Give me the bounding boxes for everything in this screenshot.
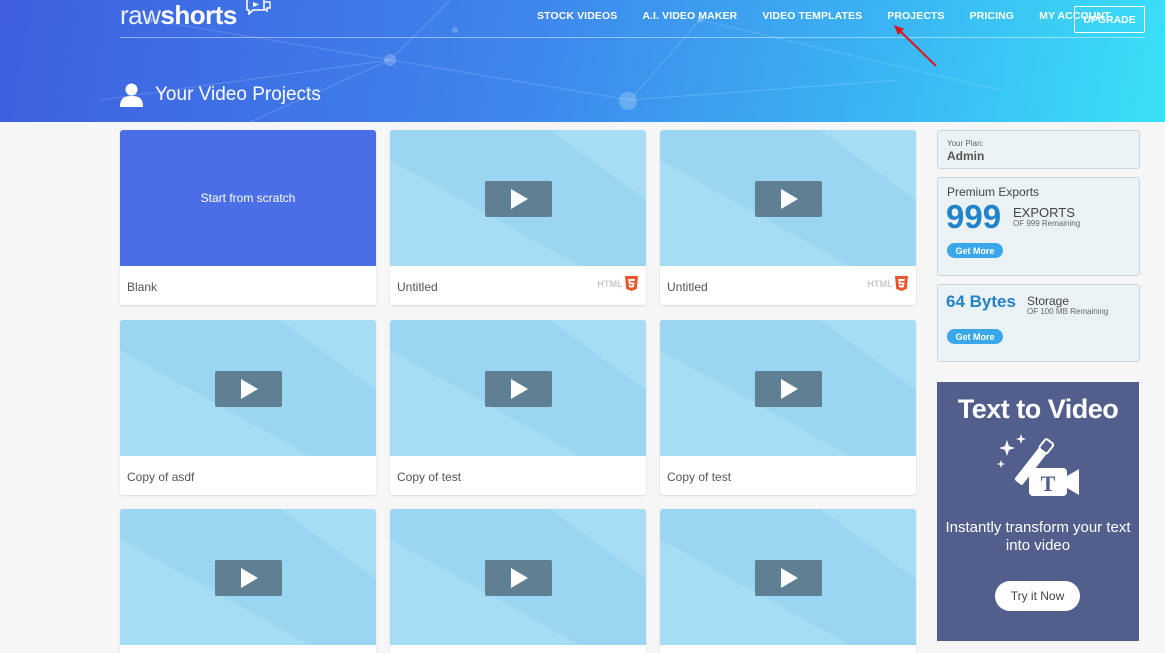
project-card[interactable]: Copy of asdf [120,320,376,495]
play-icon [240,568,258,588]
storage-panel: 64 Bytes Storage OF 100 MB Remaining Get… [937,284,1140,362]
html5-icon [625,276,638,291]
storage-unit: Storage [1027,294,1070,308]
project-title: Untitled [667,280,708,294]
storage-remaining: OF 100 MB Remaining [1027,307,1109,316]
exports-count: 999 [946,198,1002,235]
nav-pricing[interactable]: PRICING [970,10,1014,22]
try-it-now-button[interactable]: Try it Now [995,581,1080,611]
nav-stock-videos[interactable]: STOCK VIDEOS [537,10,617,22]
plan-panel: Your Plan: Admin [937,130,1140,169]
project-title: Untitled [397,280,438,294]
project-thumbnail[interactable] [660,320,916,456]
start-from-scratch-text: Start from scratch [200,191,296,205]
project-title: Copy of asdf [127,470,195,484]
promo-description: Instantly transform your text into video [945,519,1131,554]
nav-ai-video-maker[interactable]: A.I. VIDEO MAKER [642,10,737,22]
logo-raw-text: raw [120,0,161,30]
top-nav: STOCK VIDEOS A.I. VIDEO MAKER VIDEO TEMP… [537,10,1136,22]
get-more-storage-button[interactable]: Get More [947,329,1003,344]
exports-unit: EXPORTS [1013,205,1075,220]
svg-text:T: T [1041,471,1056,496]
project-thumbnail[interactable] [660,509,916,645]
html5-badge-text: HTML [597,278,623,289]
html5-icon [895,276,908,291]
html5-badge: HTML [867,276,908,291]
play-button[interactable] [485,371,552,407]
project-thumbnail[interactable] [660,130,916,266]
logo-bubble-icon [245,0,271,15]
upgrade-button[interactable]: UPGRADE [1074,6,1145,33]
play-button[interactable] [485,181,552,217]
exports-remaining: OF 999 Remaining [1013,219,1081,228]
play-button[interactable] [755,560,822,596]
annotation-arrow-icon [894,25,937,67]
magic-wand-camera-icon: T [997,434,1079,496]
promo-title: Text to Video [957,394,1119,424]
project-card[interactable]: Copy of test [660,320,916,495]
exports-panel: Premium Exports 999 EXPORTS OF 999 Remai… [937,177,1140,276]
html5-badge: HTML [597,276,638,291]
play-icon [780,379,798,399]
header-banner: rawshorts STOCK VIDEOS A.I. VIDEO MAKER … [0,0,1165,122]
play-icon [510,189,528,209]
page-title-row: Your Video Projects [120,83,321,107]
play-button[interactable] [485,560,552,596]
project-card[interactable]: Untitled HTML [660,130,916,305]
project-card[interactable] [390,509,646,653]
play-button[interactable] [215,371,282,407]
play-icon [510,568,528,588]
html5-badge-text: HTML [867,278,893,289]
logo-shorts-text: shorts [160,0,237,30]
play-icon [240,379,258,399]
start-from-scratch-thumb[interactable]: Start from scratch [120,130,376,266]
project-title: Copy of test [397,470,462,484]
plan-value: Admin [947,149,985,163]
play-icon [780,189,798,209]
project-card[interactable]: Copy of test [390,320,646,495]
rawshorts-logo[interactable]: rawshorts [120,0,271,30]
project-card[interactable] [660,509,916,653]
project-card-blank[interactable]: Start from scratch Blank [120,130,376,305]
project-card[interactable]: Untitled HTML [390,130,646,305]
play-button[interactable] [755,371,822,407]
project-thumbnail[interactable] [390,509,646,645]
play-icon [510,379,528,399]
play-icon [780,568,798,588]
project-thumbnail[interactable] [120,509,376,645]
user-icon [120,83,143,107]
header-divider [120,37,1145,38]
project-thumbnail[interactable] [120,320,376,456]
project-title: Copy of test [667,470,732,484]
project-thumbnail[interactable] [390,320,646,456]
get-more-exports-button[interactable]: Get More [947,243,1003,258]
plan-caption: Your Plan: [947,139,984,148]
nav-projects[interactable]: PROJECTS [887,10,944,22]
text-to-video-promo[interactable]: Text to Video T Instantly transform your… [937,382,1139,641]
project-card[interactable] [120,509,376,653]
storage-amount: 64 Bytes [946,292,1016,311]
exports-heading: Premium Exports [947,185,1040,199]
page-title: Your Video Projects [155,84,321,105]
project-thumbnail[interactable] [390,130,646,266]
nav-video-templates[interactable]: VIDEO TEMPLATES [762,10,862,22]
project-title: Blank [127,280,158,294]
play-button[interactable] [755,181,822,217]
play-button[interactable] [215,560,282,596]
